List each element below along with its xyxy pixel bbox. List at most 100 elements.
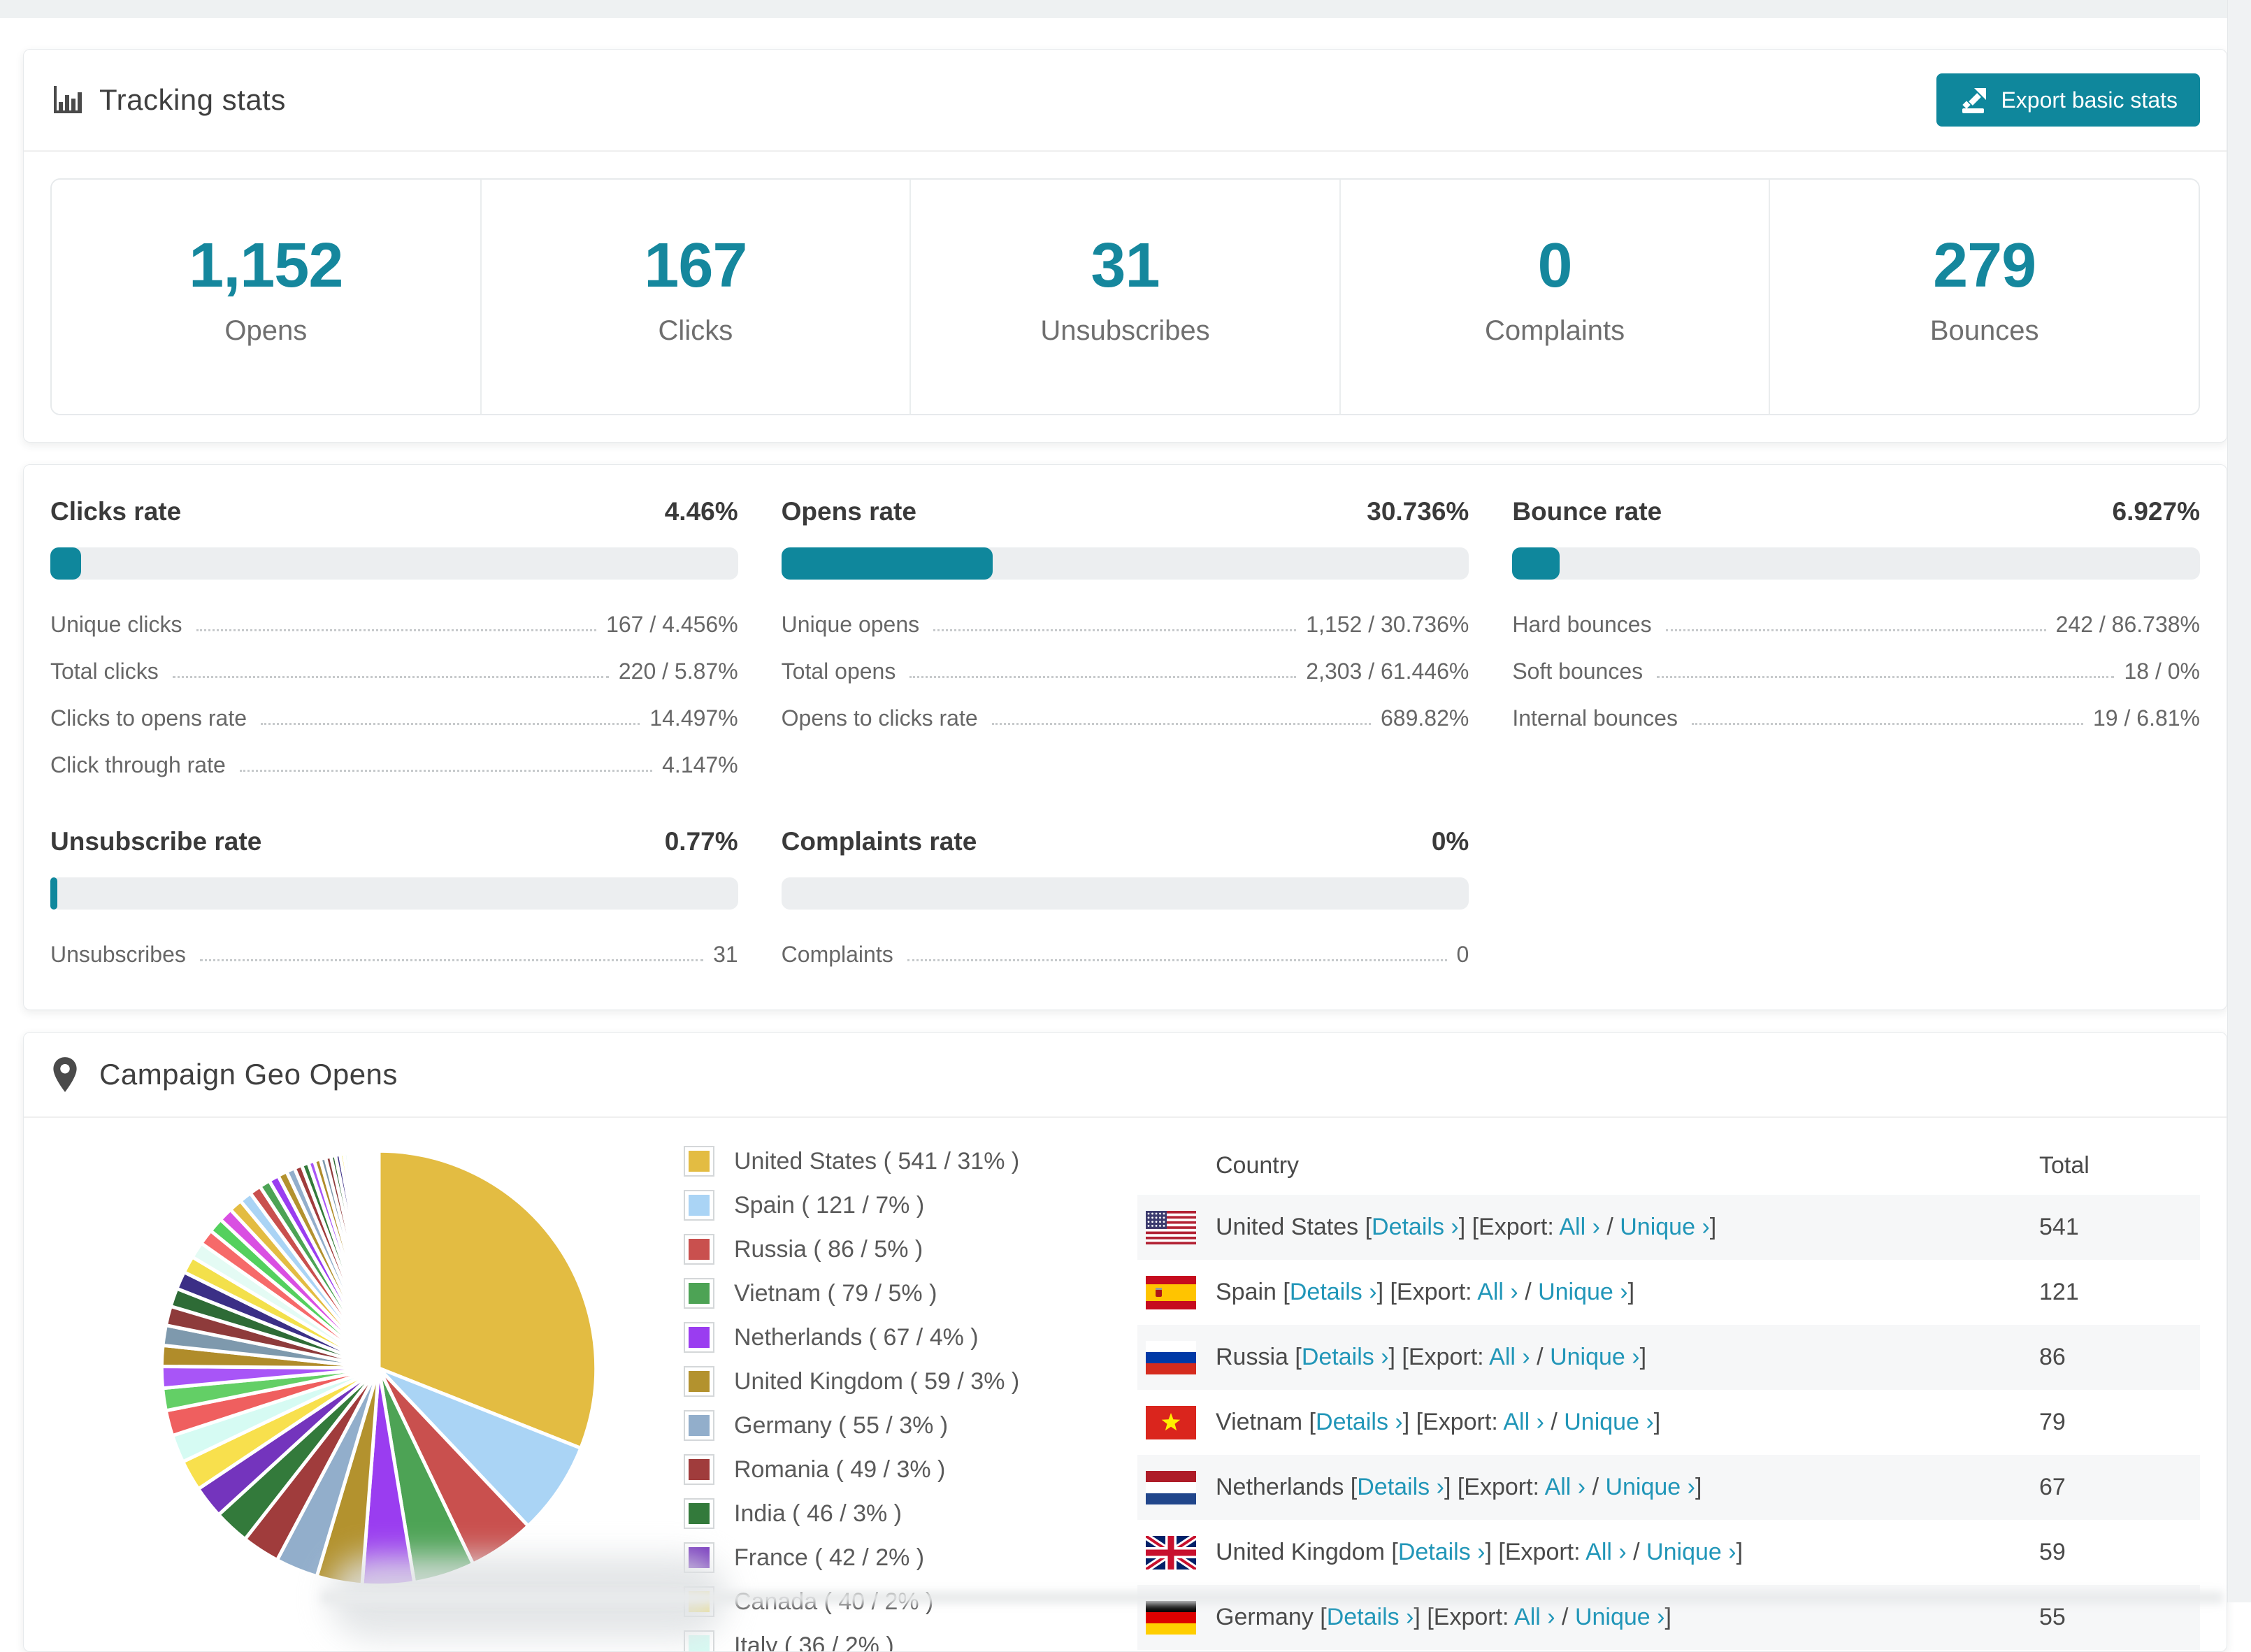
rate-row-value: 19 / 6.81%: [2093, 705, 2200, 731]
rate-row-value: 2,303 / 61.446%: [1306, 659, 1469, 684]
geo-total-value: 79: [2039, 1409, 2200, 1436]
export-unique-link[interactable]: Unique ›: [1550, 1344, 1640, 1370]
legend-item: United States ( 541 / 31% ): [684, 1146, 1019, 1177]
geo-total-value: 541: [2039, 1214, 2200, 1241]
dotted-leader: [909, 676, 1296, 678]
country-cell: Russia [Details ›] [Export: All › / Uniq…: [1216, 1344, 1646, 1371]
geo-card-header: Campaign Geo Opens: [24, 1033, 2227, 1118]
rate-detail-row: Total clicks220 / 5.87%: [50, 659, 738, 684]
rate-detail-row: Complaints0: [782, 942, 1469, 968]
export-button-label: Export basic stats: [2001, 87, 2178, 113]
tracking-stats-card: Tracking stats Export basic stats 1,152 O…: [23, 49, 2227, 443]
legend-color-chip: [684, 1410, 714, 1441]
details-link[interactable]: Details ›: [1372, 1214, 1459, 1240]
geo-table-body: United States [Details ›] [Export: All ›…: [1137, 1195, 2200, 1650]
geo-table-row: United Kingdom [Details ›] [Export: All …: [1137, 1520, 2200, 1585]
export-unique-link[interactable]: Unique ›: [1646, 1539, 1736, 1565]
geo-opens-pie-chart[interactable]: [155, 1144, 603, 1592]
details-link[interactable]: Details ›: [1357, 1474, 1444, 1500]
legend-label: Russia ( 86 / 5% ): [734, 1236, 923, 1263]
stat-label: Unsubscribes: [911, 315, 1339, 347]
rate-row-label: Soft bounces: [1512, 659, 1643, 684]
clicks-rate-block: Clicks rate 4.46% Unique clicks167 / 4.4…: [50, 497, 738, 778]
tracking-stats-title: Tracking stats: [99, 83, 286, 117]
export-unique-link[interactable]: Unique ›: [1564, 1409, 1654, 1435]
rate-detail-row: Unique opens1,152 / 30.736%: [782, 612, 1469, 638]
rate-row-value: 0: [1457, 942, 1469, 968]
details-link[interactable]: Details ›: [1290, 1279, 1377, 1305]
export-all-link[interactable]: All ›: [1503, 1409, 1544, 1435]
geo-total-value: 55: [2039, 1604, 2200, 1631]
page-scrollbar[interactable]: [2227, 0, 2251, 1602]
rate-row-label: Unique clicks: [50, 612, 182, 638]
opens-rate-track: [782, 547, 1469, 580]
complaints-rate-block: Complaints rate 0% Complaints0: [782, 827, 1469, 968]
export-all-link[interactable]: All ›: [1489, 1344, 1530, 1370]
opens-rate-value: 30.736%: [1367, 497, 1469, 526]
stat-value: 279: [1770, 234, 2199, 297]
details-link[interactable]: Details ›: [1302, 1344, 1389, 1370]
tracking-stats-header: Tracking stats Export basic stats: [24, 50, 2227, 152]
stat-label: Bounces: [1770, 315, 2199, 347]
legend-item: Germany ( 55 / 3% ): [684, 1410, 1019, 1441]
country-cell: Vietnam [Details ›] [Export: All › / Uni…: [1216, 1409, 1660, 1436]
stat-cell: 31Unsubscribes: [911, 180, 1341, 414]
export-all-link[interactable]: All ›: [1514, 1604, 1555, 1630]
stat-value: 167: [482, 234, 910, 297]
legend-color-chip: [684, 1146, 714, 1177]
bounce-rate-track: [1512, 547, 2200, 580]
export-unique-link[interactable]: Unique ›: [1575, 1604, 1665, 1630]
legend-label: United Kingdom ( 59 / 3% ): [734, 1368, 1019, 1395]
legend-color-chip: [684, 1278, 714, 1309]
legend-label: India ( 46 / 3% ): [734, 1500, 902, 1528]
export-unique-link[interactable]: Unique ›: [1620, 1214, 1710, 1240]
rate-row-value: 31: [713, 942, 738, 968]
legend-color-chip: [684, 1234, 714, 1265]
rate-detail-row: Internal bounces 19 / 6.81%: [1512, 705, 2200, 731]
rate-row-value: 14.497%: [649, 705, 738, 731]
geo-total-value: 67: [2039, 1474, 2200, 1501]
export-all-link[interactable]: All ›: [1477, 1279, 1518, 1305]
export-all-link[interactable]: All ›: [1585, 1539, 1627, 1565]
legend-label: Italy ( 36 / 2% ): [734, 1632, 894, 1652]
legend-label: Spain ( 121 / 7% ): [734, 1192, 924, 1219]
unsubscribe-rate-value: 0.77%: [665, 827, 738, 856]
stat-label: Opens: [52, 315, 480, 347]
stat-value: 1,152: [52, 234, 480, 297]
geo-table-header: Country Total: [1137, 1136, 2200, 1195]
export-unique-link[interactable]: Unique ›: [1605, 1474, 1695, 1500]
legend-color-chip: [684, 1498, 714, 1529]
rate-detail-row: Total opens2,303 / 61.446%: [782, 659, 1469, 684]
details-link[interactable]: Details ›: [1398, 1539, 1486, 1565]
export-basic-stats-button[interactable]: Export basic stats: [1936, 73, 2200, 127]
clicks-rate-title: Clicks rate: [50, 497, 181, 526]
unsubscribe-rate-fill: [50, 877, 57, 910]
country-cell: Spain [Details ›] [Export: All › / Uniqu…: [1216, 1279, 1634, 1306]
geo-table-row: Spain [Details ›] [Export: All › / Uniqu…: [1137, 1260, 2200, 1325]
page-top-strip: [0, 0, 2251, 18]
clicks-rate-fill: [50, 547, 81, 580]
geo-table-row: United States [Details ›] [Export: All ›…: [1137, 1195, 2200, 1260]
geo-total-value: 121: [2039, 1279, 2200, 1306]
below-fold-edge: [322, 1591, 2223, 1604]
details-link[interactable]: Details ›: [1316, 1409, 1403, 1435]
complaints-rate-value: 0%: [1432, 827, 1469, 856]
dotted-leader: [1657, 676, 2114, 678]
total-column-header: Total: [2039, 1152, 2200, 1179]
dotted-leader: [196, 629, 597, 631]
export-all-link[interactable]: All ›: [1545, 1474, 1586, 1500]
export-unique-link[interactable]: Unique ›: [1538, 1279, 1628, 1305]
rate-row-value: 242 / 86.738%: [2056, 612, 2200, 638]
stat-cell: 0Complaints: [1341, 180, 1771, 414]
legend-label: Netherlands ( 67 / 4% ): [734, 1324, 979, 1351]
country-cell: United Kingdom [Details ›] [Export: All …: [1216, 1539, 1743, 1566]
bounce-rate-title: Bounce rate: [1512, 497, 1662, 526]
legend-color-chip: [684, 1454, 714, 1485]
dotted-leader: [173, 676, 609, 678]
details-link[interactable]: Details ›: [1327, 1604, 1414, 1630]
export-all-link[interactable]: All ›: [1559, 1214, 1600, 1240]
rate-row-label: Internal bounces: [1512, 705, 1678, 731]
pie-slice-other[interactable]: [378, 1151, 379, 1368]
es-flag-icon: [1137, 1276, 1196, 1309]
country-cell: United States [Details ›] [Export: All ›…: [1216, 1214, 1716, 1241]
